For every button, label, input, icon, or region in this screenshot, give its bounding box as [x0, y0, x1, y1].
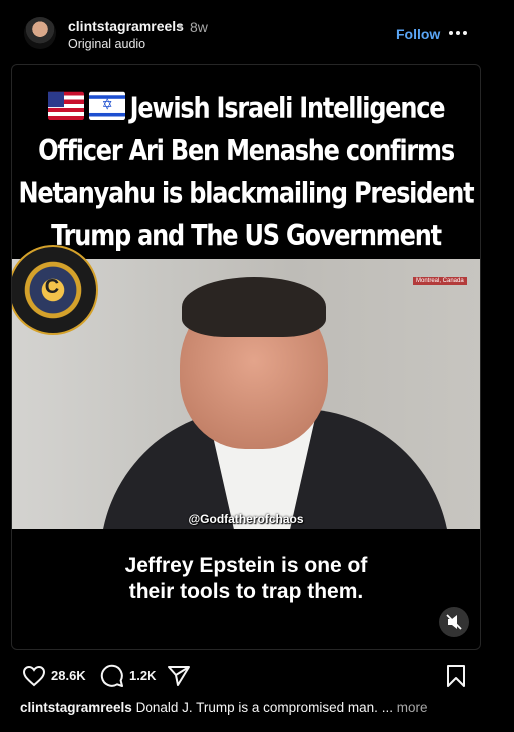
video-caption-line-2: their tools to trap them.: [128, 580, 364, 603]
badge-c-icon: C: [44, 276, 60, 298]
more-link[interactable]: more: [397, 700, 428, 715]
action-bar: 28.6K 1.2K: [0, 652, 514, 698]
video-caption-line-1: Jeffrey Epstein is one of: [124, 554, 368, 577]
headline-line-2: Officer Ari Ben Menashe confirms: [38, 134, 455, 168]
us-flag-icon: [47, 91, 84, 121]
clintstagrammar-badge-logo: C: [12, 245, 98, 335]
star-of-david-icon: ✡: [101, 96, 113, 115]
heart-icon[interactable]: [22, 664, 46, 688]
avatar[interactable]: [24, 17, 56, 49]
israel-flag-icon: ✡: [88, 91, 125, 121]
audio-link[interactable]: Original audio: [68, 37, 145, 51]
headline-line-3: Netanyahu is blackmailing President: [18, 176, 475, 210]
separator-dot: •: [178, 18, 183, 34]
caption-ellipsis: ...: [381, 700, 393, 715]
share-icon[interactable]: [167, 664, 191, 688]
caption-text: Donald J. Trump is a compromised man.: [135, 700, 378, 715]
bookmark-icon[interactable]: [446, 664, 466, 688]
caption-username[interactable]: clintstagramreels: [20, 700, 132, 715]
location-tag: Montreal, Canada: [413, 277, 467, 285]
comment-count[interactable]: 1.2K: [129, 668, 156, 683]
headline-line-1-text: Jewish Israeli Intelligence: [129, 91, 446, 125]
username-link[interactable]: clintstagramreels: [68, 18, 184, 34]
headline-line-1: ✡ Jewish Israeli Intelligence: [12, 87, 480, 129]
post-time[interactable]: 8w: [190, 19, 208, 35]
speaker-hair: [182, 277, 326, 337]
video-caption: Jeffrey Epstein is one of their tools to…: [12, 553, 480, 605]
follow-button[interactable]: Follow: [396, 26, 440, 42]
post-caption: clintstagramreels Donald J. Trump is a c…: [20, 700, 500, 715]
reel-media[interactable]: ✡ Jewish Israeli Intelligence Officer Ari…: [11, 64, 481, 650]
like-count[interactable]: 28.6K: [51, 668, 86, 683]
post-header: clintstagramreels • 8w Original audio Fo…: [0, 0, 514, 64]
comment-icon[interactable]: [100, 664, 124, 688]
watermark-text: @Godfatherofchaos: [188, 512, 304, 526]
more-options-icon[interactable]: [449, 31, 469, 37]
headline-line-4: Trump and The US Government: [51, 219, 442, 253]
speaker-muted-icon: [446, 614, 462, 630]
headline-text: ✡ Jewish Israeli Intelligence Officer Ari…: [12, 87, 480, 257]
mute-button[interactable]: [439, 607, 469, 637]
